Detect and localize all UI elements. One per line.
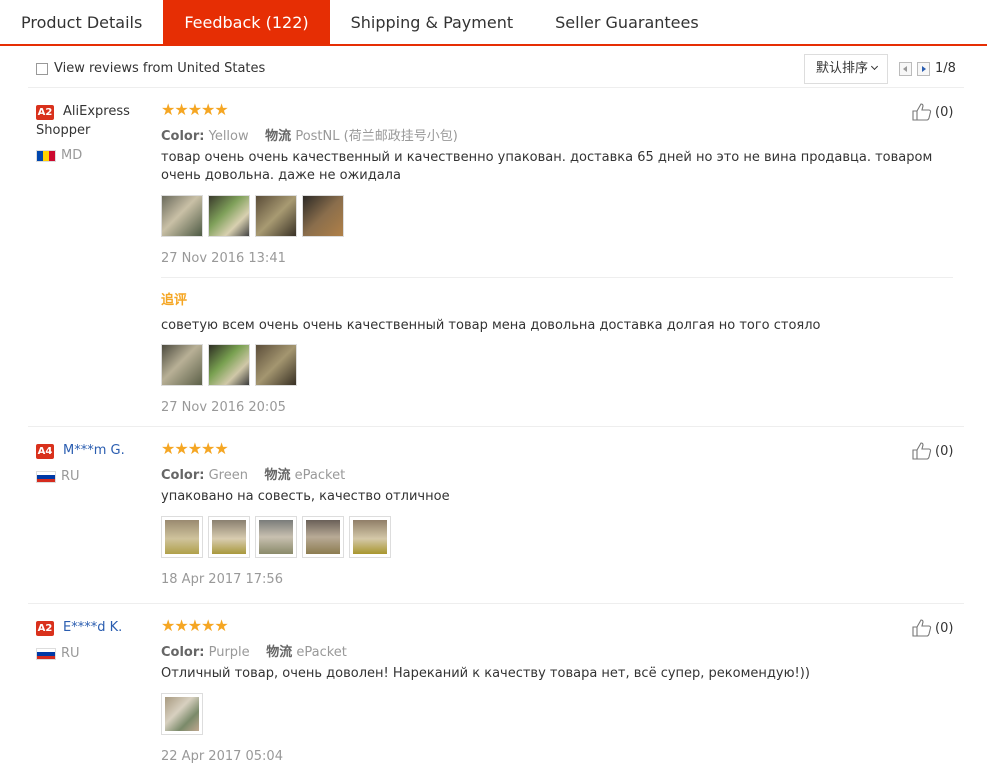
- rating-stars: ★★★★★: [161, 439, 229, 458]
- reviewer-name[interactable]: M***m G.: [36, 441, 146, 460]
- review-photo[interactable]: [208, 344, 250, 386]
- order-info: Color: Green 物流 ePacket: [161, 468, 346, 483]
- thumbs-up-icon: [912, 103, 932, 121]
- rating-stars: ★★★★★: [161, 616, 229, 635]
- thumbs-up-icon: [912, 442, 932, 460]
- review-text: товар очень очень качественный и качеств…: [161, 150, 933, 183]
- arrow-left-icon: [903, 66, 907, 72]
- tab-feedback[interactable]: Feedback (122): [163, 0, 330, 44]
- followup-photos: [161, 344, 297, 386]
- review-photo[interactable]: [349, 516, 391, 558]
- arrow-right-icon: [922, 66, 926, 72]
- reviewer-country: RU: [61, 646, 80, 661]
- review-date: 18 Apr 2017 17:56: [161, 572, 283, 587]
- reviewer-name[interactable]: E****d K.: [36, 618, 146, 637]
- prev-page-button[interactable]: [899, 62, 912, 76]
- flag-md-icon: [36, 150, 56, 162]
- us-reviews-label[interactable]: View reviews from United States: [54, 61, 265, 76]
- chevron-down-icon: [870, 62, 879, 71]
- review-photo[interactable]: [302, 195, 344, 237]
- helpful-count: (0): [935, 104, 954, 120]
- us-reviews-checkbox[interactable]: [36, 63, 48, 75]
- reviewer-name: AliExpress Shopper: [36, 104, 130, 138]
- review-photos: [161, 195, 344, 237]
- review-photos: [161, 516, 391, 558]
- helpful-button[interactable]: (0): [912, 442, 953, 460]
- sort-dropdown[interactable]: 默认排序: [804, 54, 888, 84]
- review-item: A2 AliExpress Shopper MD ★★★★★ Color: Ye…: [28, 88, 964, 427]
- helpful-button[interactable]: (0): [912, 619, 953, 637]
- order-info: Color: Purple 物流 ePacket: [161, 645, 347, 660]
- reviewer-country: MD: [61, 148, 83, 163]
- followup-date: 27 Nov 2016 20:05: [161, 400, 286, 415]
- review-photo[interactable]: [161, 693, 203, 735]
- review-item: A4 M***m G. RU ★★★★★ Color: Green 物流 ePa…: [28, 427, 964, 604]
- followup-label: 追评: [161, 293, 188, 308]
- review-photos: [161, 693, 203, 735]
- flag-ru-icon: [36, 648, 56, 660]
- review-photo[interactable]: [255, 516, 297, 558]
- sort-label: 默认排序: [816, 61, 869, 76]
- helpful-count: (0): [935, 620, 954, 636]
- review-photo[interactable]: [255, 344, 297, 386]
- review-photo[interactable]: [255, 195, 297, 237]
- rating-stars: ★★★★★: [161, 100, 229, 119]
- reviewer-country: RU: [61, 469, 80, 484]
- review-photo[interactable]: [302, 516, 344, 558]
- review-photo[interactable]: [208, 516, 250, 558]
- followup-text: советую всем очень очень качественный то…: [161, 318, 821, 333]
- helpful-button[interactable]: (0): [912, 103, 953, 121]
- review-photo[interactable]: [161, 516, 203, 558]
- review-item: A2 E****d K. RU ★★★★★ Color: Purple 物流 e…: [28, 604, 964, 781]
- page-indicator: 1/8: [935, 61, 956, 76]
- feedback-toolbar: View reviews from United States 默认排序 1/8: [28, 52, 964, 88]
- review-text: Отличный товар, очень доволен! Нареканий…: [161, 666, 810, 681]
- review-text: упаковано на совесть, качество отличное: [161, 489, 450, 504]
- order-info: Color: Yellow 物流 PostNL (荷兰邮政挂号小包): [161, 129, 458, 144]
- review-photo[interactable]: [161, 344, 203, 386]
- thumbs-up-icon: [912, 619, 932, 637]
- followup-divider: [161, 277, 953, 278]
- review-photo[interactable]: [161, 195, 203, 237]
- review-date: 27 Nov 2016 13:41: [161, 251, 286, 266]
- helpful-count: (0): [935, 443, 954, 459]
- review-photo[interactable]: [208, 195, 250, 237]
- tab-shipping-payment[interactable]: Shipping & Payment: [330, 0, 535, 44]
- flag-ru-icon: [36, 471, 56, 483]
- tab-bar: Product Details Feedback (122) Shipping …: [0, 0, 987, 46]
- tab-product-details[interactable]: Product Details: [0, 0, 163, 44]
- next-page-button[interactable]: [917, 62, 930, 76]
- tab-seller-guarantees[interactable]: Seller Guarantees: [534, 0, 720, 44]
- review-date: 22 Apr 2017 05:04: [161, 749, 283, 764]
